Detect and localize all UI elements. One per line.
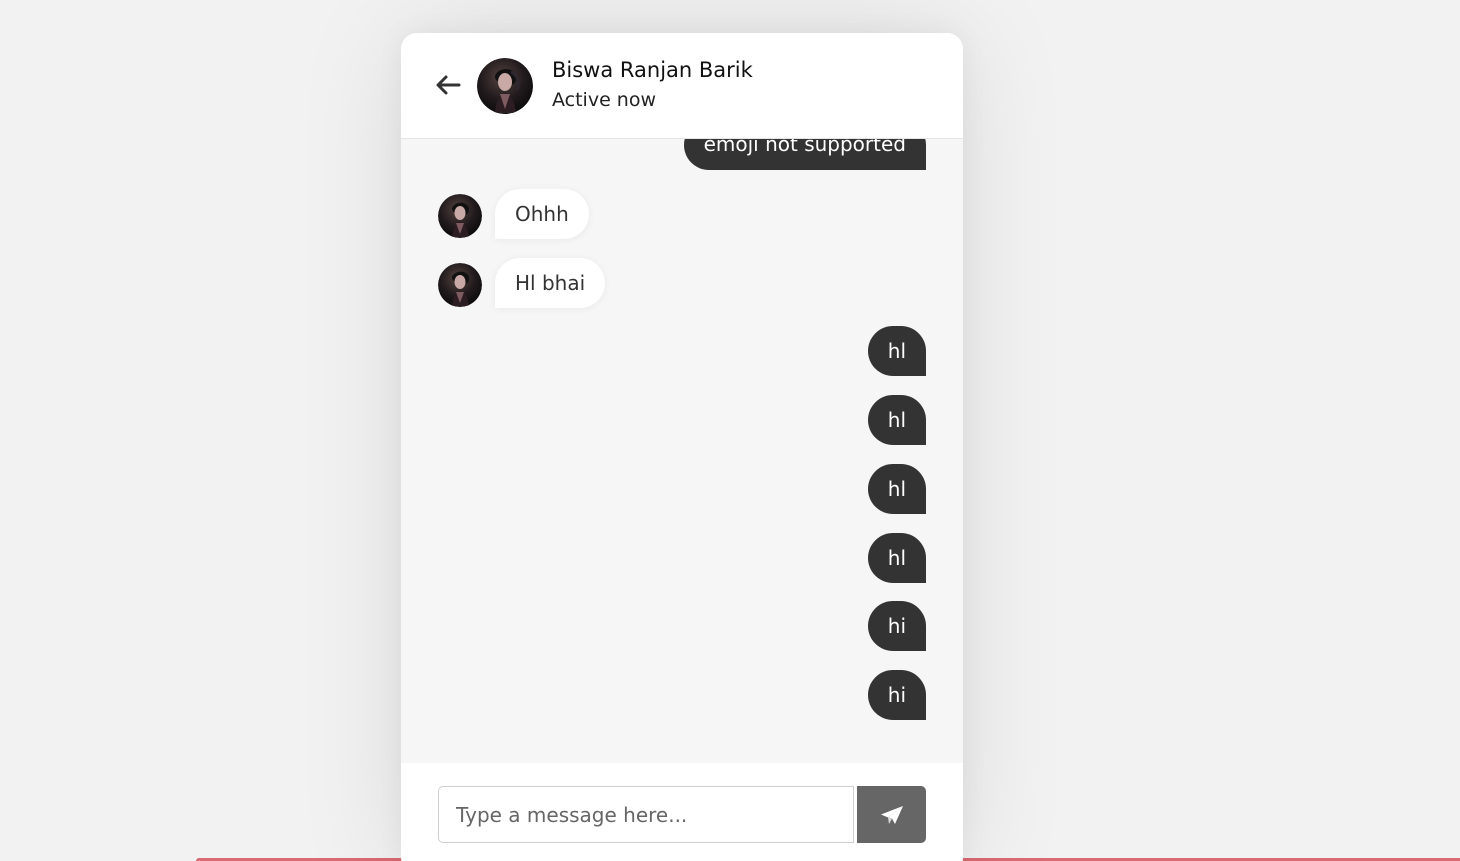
outgoing-message: emoji not supported: [683, 138, 926, 170]
incoming-message: Hl bhai: [495, 258, 606, 308]
contact-avatar-icon: [438, 263, 482, 307]
send-button[interactable]: [857, 786, 926, 843]
message-input[interactable]: [438, 786, 854, 843]
chat-header: Biswa Ranjan Barik Active now: [401, 33, 963, 139]
outgoing-message: hl: [867, 464, 926, 514]
chat-window: Biswa Ranjan Barik Active now emoji not …: [401, 33, 963, 861]
incoming-message: Ohhh: [495, 189, 589, 239]
contact-avatar-icon: [438, 194, 482, 238]
arrow-left-icon[interactable]: [435, 73, 461, 97]
contact-status: Active now: [552, 89, 657, 111]
outgoing-message: hi: [867, 670, 926, 720]
outgoing-message: hl: [867, 395, 926, 445]
message-composer: [401, 763, 963, 861]
profile-photo-icon[interactable]: [477, 58, 533, 114]
page: Biswa Ranjan Barik Active now emoji not …: [0, 0, 1460, 861]
send-icon: [881, 806, 903, 824]
outgoing-message: hl: [867, 533, 926, 583]
outgoing-message: hl: [867, 326, 926, 376]
contact-name: Biswa Ranjan Barik: [552, 58, 753, 82]
message-list[interactable]: emoji not supported Ohhh Hl bhai hl hl h…: [401, 138, 963, 763]
outgoing-message: hi: [867, 601, 926, 651]
